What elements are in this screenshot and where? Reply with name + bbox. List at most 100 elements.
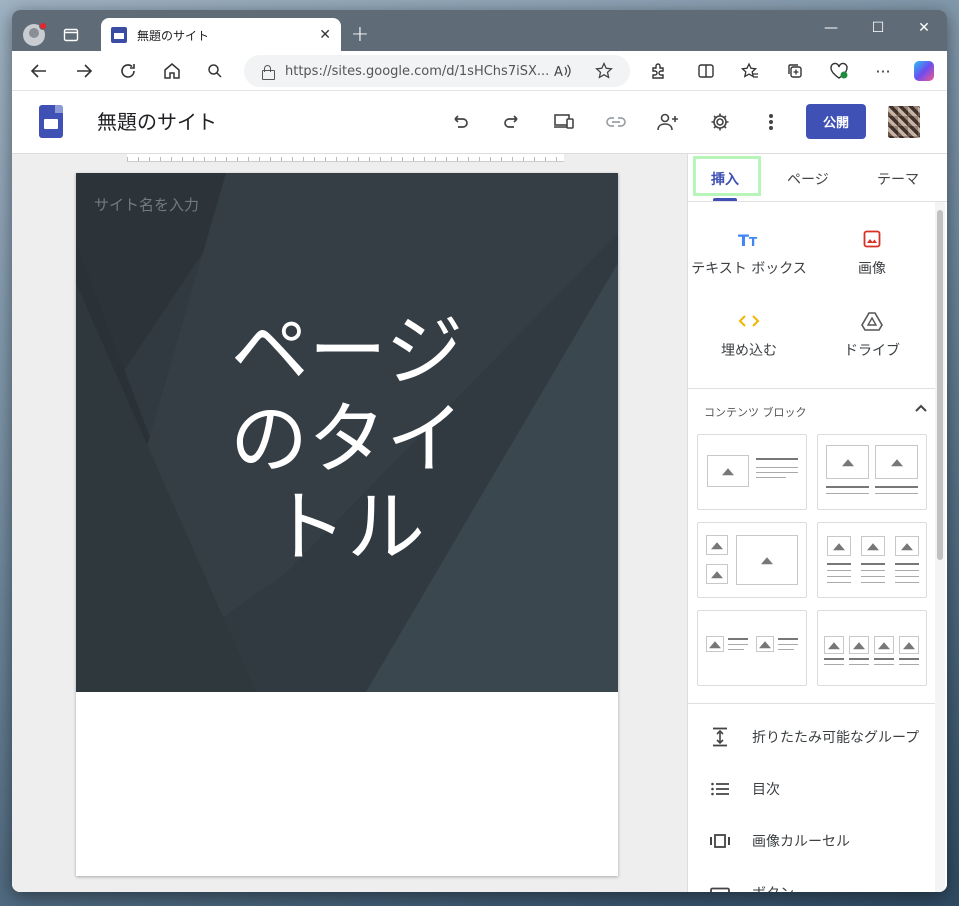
favorites-icon[interactable]	[737, 59, 763, 83]
content-block-two-images[interactable]	[817, 434, 927, 510]
sites-header: 無題のサイト 公開	[12, 91, 947, 154]
embed-code-icon	[689, 308, 809, 334]
undo-icon[interactable]	[446, 108, 474, 136]
image-placeholder-icon	[899, 636, 919, 654]
new-tab-button[interactable]: +	[348, 22, 372, 47]
header-banner[interactable]: サイト名を入力 ページ のタイ トル	[76, 173, 618, 692]
image-placeholder-icon	[736, 535, 798, 585]
content-block-three-columns[interactable]	[817, 522, 927, 598]
publish-button[interactable]: 公開	[806, 104, 866, 139]
copilot-icon[interactable]	[911, 59, 937, 83]
maximize-button[interactable]: ☐	[855, 16, 901, 40]
line	[849, 658, 869, 660]
lock-icon	[262, 64, 275, 80]
insert-drive[interactable]: ドライブ	[812, 308, 932, 360]
tab-strip: 無題のサイト ✕ + — ☐ ✕	[12, 10, 947, 52]
content-block-gallery[interactable]	[697, 522, 807, 598]
toc-label: 目次	[752, 782, 780, 798]
line	[756, 477, 786, 478]
collapse-chevron-up-icon[interactable]	[914, 398, 928, 417]
forward-icon[interactable]	[71, 59, 97, 83]
home-icon[interactable]	[159, 59, 185, 83]
image-placeholder-icon	[706, 535, 728, 555]
insert-collapsible-group[interactable]: 折りたたみ可能なグループ	[688, 719, 935, 755]
content-block-four-columns[interactable]	[817, 610, 927, 686]
image-placeholder-icon	[756, 636, 774, 652]
insert-image[interactable]: 画像	[812, 226, 932, 278]
user-avatar[interactable]	[888, 106, 920, 138]
image-placeholder-icon	[824, 636, 844, 654]
tab-pages[interactable]: ページ	[787, 169, 829, 189]
line	[778, 649, 794, 650]
line	[827, 576, 851, 577]
line	[826, 486, 869, 488]
redo-icon[interactable]	[498, 108, 526, 136]
minimize-button[interactable]: —	[808, 16, 854, 40]
insert-image-carousel[interactable]: 画像カルーセル	[688, 823, 935, 859]
editor-canvas: サイト名を入力 ページ のタイ トル	[12, 154, 687, 892]
site-title[interactable]: 無題のサイト	[97, 106, 217, 135]
divider	[688, 703, 935, 704]
page-title-line-3: トル	[268, 483, 425, 573]
insert-textbox-label: テキスト ボックス	[691, 261, 807, 277]
url-text[interactable]: https://sites.google.com/d/1sHChs7iSX...	[285, 64, 549, 79]
image-placeholder-icon	[895, 536, 919, 556]
page-title[interactable]: ページ のタイ トル	[76, 308, 618, 572]
image-placeholder-icon	[849, 636, 869, 654]
browser-essentials-icon[interactable]	[826, 59, 852, 83]
browser-tab-active[interactable]: 無題のサイト ✕	[101, 18, 341, 52]
line	[895, 570, 919, 571]
collections-icon[interactable]	[782, 59, 808, 83]
close-window-button[interactable]: ✕	[901, 16, 947, 40]
divider	[688, 388, 935, 389]
line	[827, 582, 851, 583]
insert-table-of-contents[interactable]: 目次	[688, 771, 935, 807]
content-blocks-heading: コンテンツ ブロック	[704, 406, 807, 419]
more-options-icon[interactable]: ···	[870, 59, 896, 83]
tab-close-icon[interactable]: ✕	[319, 27, 331, 43]
panel-tabs: 挿入 ページ テーマ	[688, 154, 947, 202]
line	[756, 458, 798, 460]
tab-actions-icon[interactable]	[60, 24, 82, 46]
split-screen-icon[interactable]	[693, 59, 719, 83]
search-icon[interactable]	[202, 59, 228, 83]
insert-image-label: 画像	[858, 261, 886, 277]
insert-embed[interactable]: 埋め込む	[689, 308, 809, 360]
content-block-image-text[interactable]	[697, 434, 807, 510]
content-block-image-text-pairs[interactable]	[697, 610, 807, 686]
panel-scrollbar-thumb[interactable]	[937, 210, 943, 560]
page-title-line-2: のタイ	[229, 395, 464, 485]
line	[861, 563, 885, 565]
site-name-input[interactable]: サイト名を入力	[94, 194, 199, 215]
settings-gear-icon[interactable]	[706, 108, 734, 136]
tab-themes[interactable]: テーマ	[877, 169, 919, 189]
line	[861, 576, 885, 577]
line	[874, 664, 894, 665]
preview-devices-icon[interactable]	[550, 108, 578, 136]
insert-embed-label: 埋め込む	[721, 343, 777, 359]
link-icon[interactable]	[602, 108, 630, 136]
line	[861, 582, 885, 583]
line	[824, 664, 844, 665]
line	[778, 644, 798, 645]
tab-insert[interactable]: 挿入	[711, 169, 739, 189]
insert-textbox[interactable]: TT テキスト ボックス	[689, 226, 809, 278]
profile-button[interactable]	[22, 22, 47, 47]
line	[875, 486, 918, 488]
read-aloud-icon[interactable]: A	[550, 59, 576, 83]
image-placeholder-icon	[706, 636, 724, 652]
image-placeholder-icon	[874, 636, 894, 654]
more-vert-icon[interactable]	[757, 108, 785, 136]
line	[827, 563, 851, 565]
image-placeholder-icon	[707, 455, 749, 487]
favorite-star-icon[interactable]	[591, 59, 617, 83]
extensions-icon[interactable]	[645, 59, 671, 83]
collapsible-group-label: 折りたたみ可能なグループ	[752, 730, 920, 746]
page-preview[interactable]: サイト名を入力 ページ のタイ トル	[76, 173, 618, 876]
line	[756, 472, 798, 473]
refresh-icon[interactable]	[115, 59, 141, 83]
share-add-person-icon[interactable]	[654, 108, 682, 136]
back-icon[interactable]	[26, 59, 52, 83]
google-sites-logo-icon[interactable]	[39, 105, 63, 138]
insert-button[interactable]: ボタン	[688, 875, 935, 892]
